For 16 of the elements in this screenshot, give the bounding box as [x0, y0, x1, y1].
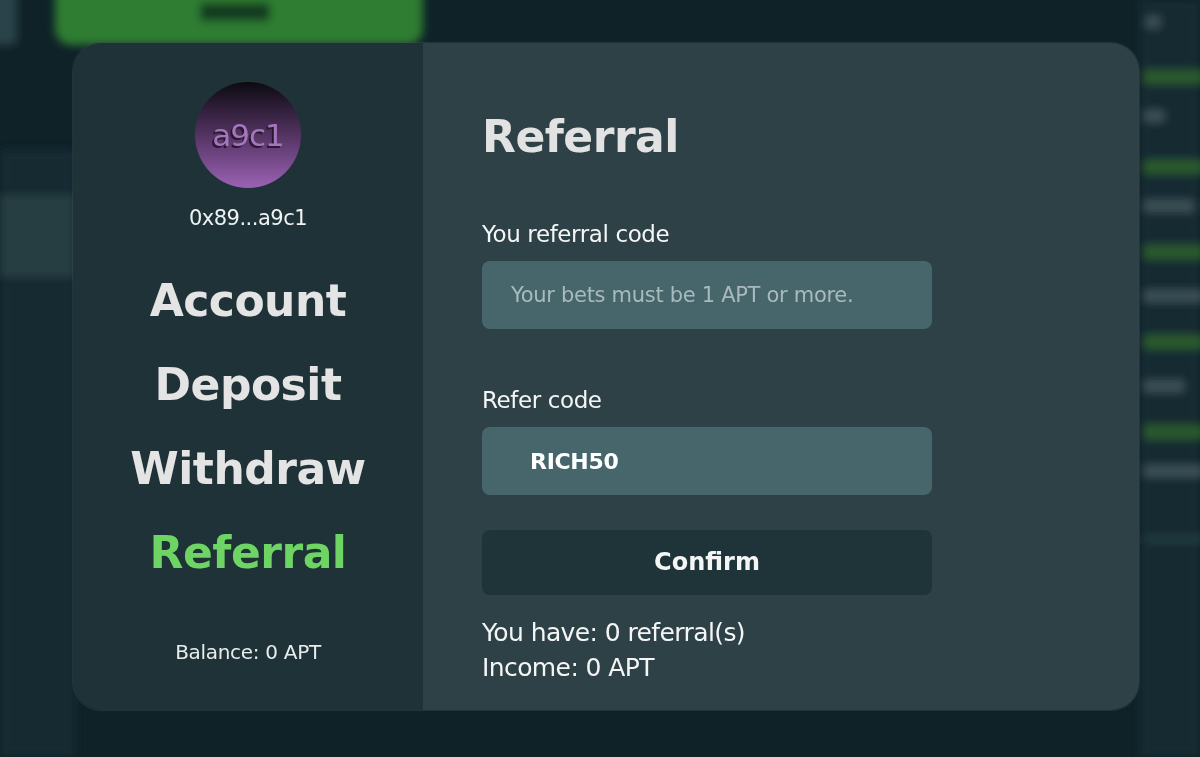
stats-text: You have: 0 referral(s): [482, 617, 745, 649]
blurred-side-tab: [0, 0, 17, 45]
stats-text: Income: 0 APT: [482, 652, 656, 684]
input-field[interactable]: Your bets must be 1 APT or more.: [482, 261, 932, 329]
field-label: You referral code: [482, 220, 671, 248]
menu-item[interactable]: Deposit: [154, 358, 342, 412]
panel-title: Referral: [482, 113, 679, 161]
confirm-button[interactable]: Confirm: [482, 530, 932, 595]
avatar: a9c1: [195, 82, 301, 188]
menu-item[interactable]: Referral: [149, 526, 347, 580]
field-label: Refer code: [482, 386, 603, 414]
menu-item[interactable]: Withdraw: [130, 442, 366, 496]
balance-text: Balance: 0 APT: [175, 639, 321, 665]
wallet-address: 0x89...a9c1: [188, 205, 308, 232]
input-field[interactable]: RICH50: [482, 427, 932, 495]
menu-item[interactable]: Account: [149, 274, 347, 328]
